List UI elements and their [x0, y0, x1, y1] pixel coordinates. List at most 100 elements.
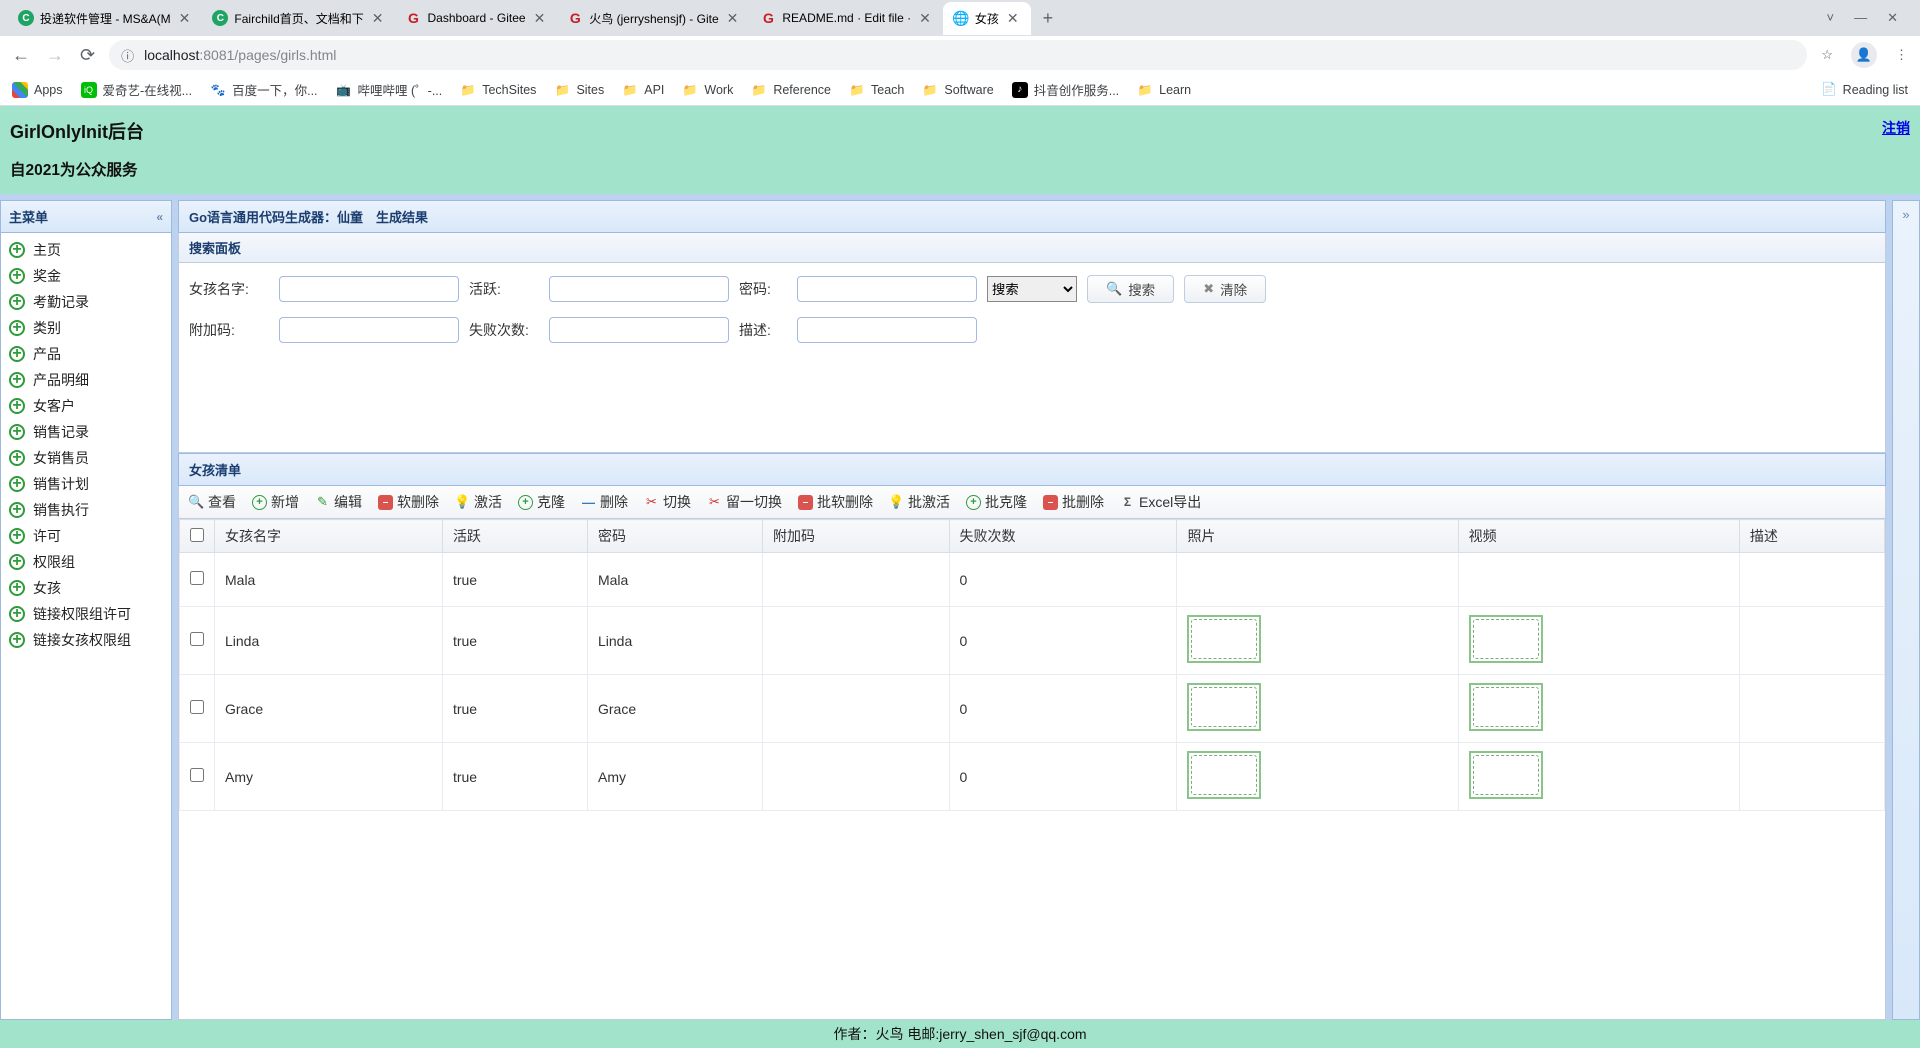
sidebar-item[interactable]: +许可	[7, 523, 165, 549]
star-icon[interactable]: ☆	[1821, 47, 1833, 63]
browser-tab[interactable]: GDashboard - Gitee✕	[396, 2, 558, 35]
tab-close-icon[interactable]: ✕	[1005, 10, 1021, 27]
bookmark-item[interactable]: Apps	[12, 82, 63, 98]
input-girl-name[interactable]	[279, 276, 459, 302]
clear-button[interactable]: ✖清除	[1184, 275, 1266, 303]
sidebar-item[interactable]: +销售记录	[7, 419, 165, 445]
window-minimize2-icon[interactable]: —	[1854, 10, 1867, 26]
bookmark-favicon-icon: 📁	[849, 82, 865, 98]
sidebar-item-label: 女销售员	[33, 448, 89, 468]
right-collapsed-panel[interactable]: »	[1892, 200, 1920, 1020]
tool-batch-clone[interactable]: +批克隆	[966, 492, 1027, 512]
tab-close-icon[interactable]: ✕	[370, 10, 386, 27]
plus-icon: +	[9, 476, 25, 492]
bookmark-item[interactable]: 📁Software	[922, 82, 993, 98]
tab-close-icon[interactable]: ✕	[177, 10, 193, 27]
browser-tab[interactable]: GREADME.md · Edit file · ✕	[750, 2, 942, 35]
bookmark-item[interactable]: 📁TechSites	[460, 82, 536, 98]
tool-edit[interactable]: ✎编辑	[315, 492, 362, 512]
input-description[interactable]	[797, 317, 977, 343]
nav-back-icon[interactable]: ←	[12, 45, 30, 66]
sidebar-item[interactable]: +女孩	[7, 575, 165, 601]
menu-kebab-icon[interactable]: ⋮	[1895, 47, 1908, 63]
bookmark-item[interactable]: 📁Work	[682, 82, 733, 98]
sidebar-item[interactable]: +类别	[7, 315, 165, 341]
reading-list-button[interactable]: 📄 Reading list	[1821, 82, 1908, 97]
search-button[interactable]: 🔍搜索	[1087, 275, 1174, 303]
bookmark-item[interactable]: iQ爱奇艺-在线视...	[81, 80, 193, 99]
plus-icon: +	[9, 346, 25, 362]
site-info-icon[interactable]: ⓘ	[121, 46, 134, 65]
sidebar-item[interactable]: +女销售员	[7, 445, 165, 471]
profile-avatar-icon[interactable]: 👤	[1851, 42, 1877, 68]
sidebar-item[interactable]: +权限组	[7, 549, 165, 575]
table-row[interactable]: GracetrueGrace0	[180, 675, 1885, 743]
input-extra-code[interactable]	[279, 317, 459, 343]
address-bar[interactable]: ⓘ localhost:8081/pages/girls.html	[109, 40, 1807, 70]
sidebar-item[interactable]: +产品明细	[7, 367, 165, 393]
bookmark-item[interactable]: 📁Teach	[849, 82, 904, 98]
tab-close-icon[interactable]: ✕	[725, 10, 741, 27]
bookmark-item[interactable]: 📁Reference	[751, 82, 831, 98]
browser-tab[interactable]: G火鸟 (jerryshensjf) - Gite✕	[557, 2, 750, 35]
input-password[interactable]	[797, 276, 977, 302]
table-row[interactable]: MalatrueMala0	[180, 553, 1885, 607]
photo-thumb[interactable]	[1187, 615, 1261, 663]
tool-toggle[interactable]: ✂切换	[644, 492, 691, 512]
tool-add[interactable]: +新增	[252, 492, 299, 512]
tool-clone[interactable]: +克隆	[518, 492, 565, 512]
sidebar-item[interactable]: +产品	[7, 341, 165, 367]
video-thumb[interactable]	[1469, 615, 1543, 663]
tool-delete[interactable]: —删除	[581, 492, 628, 512]
tool-batch-delete[interactable]: –批删除	[1043, 492, 1104, 512]
logout-link[interactable]: 注销	[1882, 118, 1910, 138]
tool-leave-toggle[interactable]: ✂留一切换	[707, 492, 782, 512]
new-tab-button[interactable]: +	[1031, 8, 1066, 29]
sidebar-item[interactable]: +考勤记录	[7, 289, 165, 315]
row-checkbox[interactable]	[190, 768, 204, 782]
sidebar-item[interactable]: +销售执行	[7, 497, 165, 523]
sidebar-item[interactable]: +链接权限组许可	[7, 601, 165, 627]
bookmark-item[interactable]: 📺哔哩哔哩 (゜-...	[336, 80, 443, 99]
sidebar-item[interactable]: +女客户	[7, 393, 165, 419]
sidebar-collapse-icon[interactable]: «	[156, 210, 163, 224]
video-thumb[interactable]	[1469, 683, 1543, 731]
sidebar-item[interactable]: +链接女孩权限组	[7, 627, 165, 653]
table-row[interactable]: AmytrueAmy0	[180, 743, 1885, 811]
bookmark-item[interactable]: 📁Sites	[554, 82, 604, 98]
plus-icon: +	[9, 424, 25, 440]
tab-close-icon[interactable]: ✕	[917, 10, 933, 27]
tool-batch-softdel[interactable]: –批软删除	[798, 492, 873, 512]
tool-softdel[interactable]: –软删除	[378, 492, 439, 512]
tool-activate[interactable]: 💡激活	[455, 492, 502, 512]
tool-view[interactable]: 🔍查看	[189, 492, 236, 512]
bookmark-item[interactable]: 📁Learn	[1137, 82, 1191, 98]
select-all-checkbox[interactable]	[190, 528, 204, 542]
tab-close-icon[interactable]: ✕	[532, 10, 548, 27]
photo-thumb[interactable]	[1187, 683, 1261, 731]
sidebar-item[interactable]: +销售计划	[7, 471, 165, 497]
input-fail-count[interactable]	[549, 317, 729, 343]
sidebar-item[interactable]: +主页	[7, 237, 165, 263]
row-checkbox[interactable]	[190, 632, 204, 646]
tool-excel[interactable]: ΣExcel导出	[1120, 492, 1201, 512]
window-close-icon[interactable]: ✕	[1887, 10, 1898, 26]
bookmark-item[interactable]: ♪抖音创作服务...	[1012, 80, 1119, 99]
browser-tab[interactable]: CFairchild首页、文档和下✕	[202, 2, 395, 35]
input-active[interactable]	[549, 276, 729, 302]
browser-tab[interactable]: 🌐女孩✕	[943, 2, 1031, 35]
window-minimize-icon[interactable]: ˅	[1827, 10, 1835, 26]
plus-icon: +	[9, 268, 25, 284]
row-checkbox[interactable]	[190, 571, 204, 585]
bookmark-item[interactable]: 📁API	[622, 82, 664, 98]
row-checkbox[interactable]	[190, 700, 204, 714]
video-thumb[interactable]	[1469, 751, 1543, 799]
bookmark-item[interactable]: 🐾百度一下，你...	[210, 80, 317, 99]
nav-reload-icon[interactable]: ⟳	[80, 45, 95, 66]
tool-batch-activate[interactable]: 💡批激活	[889, 492, 950, 512]
sidebar-item[interactable]: +奖金	[7, 263, 165, 289]
photo-thumb[interactable]	[1187, 751, 1261, 799]
browser-tab[interactable]: C投递软件管理 - MS&A(M✕	[8, 2, 202, 35]
search-mode-select[interactable]: 搜索	[987, 276, 1077, 302]
table-row[interactable]: LindatrueLinda0	[180, 607, 1885, 675]
